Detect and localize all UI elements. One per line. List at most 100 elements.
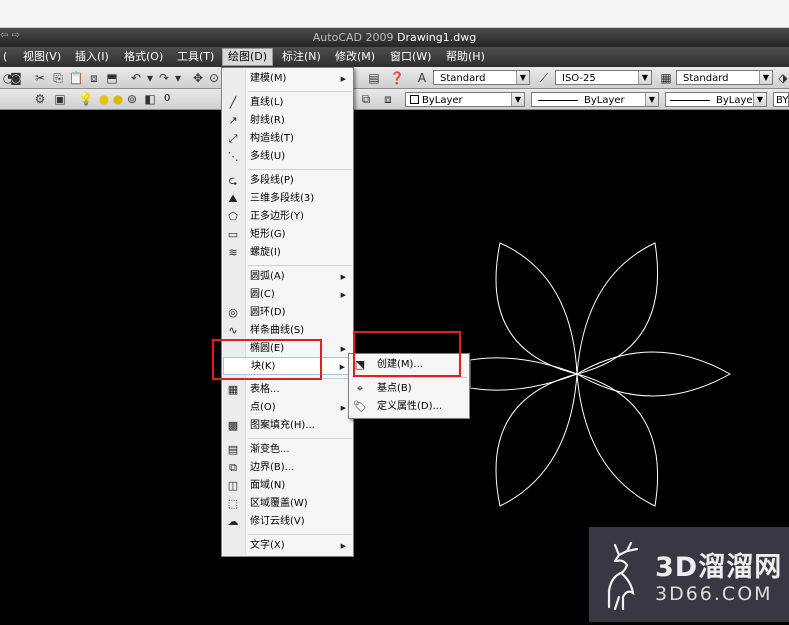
petal-right [576,351,732,397]
chevron-down-icon[interactable]: ▼ [511,93,524,106]
ray-icon: ↗ [228,114,238,127]
chevron-down-icon[interactable]: ▼ [645,93,658,106]
table-style-combo[interactable]: Standard ▼ [676,70,773,85]
color-value: ByLayer [422,95,463,106]
boundary-icon: ⧉ [229,461,237,474]
menu-view[interactable]: 视图(V) [18,49,66,65]
dim-style-combo[interactable]: ISO-25 ▼ [555,70,652,85]
menu-item-multiline[interactable]: ⋱ 多线(U) [223,148,352,166]
menu-format[interactable]: 格式(O) [119,49,168,65]
save-icon[interactable]: ◙ [8,70,24,86]
layer-manager-icon[interactable]: ⚙ [32,91,48,107]
chevron-down-icon[interactable]: ▼ [759,71,772,84]
text-style-value: Standard [440,73,486,84]
text-style-icon[interactable]: A [414,70,430,86]
menu-item-table[interactable]: ▦ 表格... [223,381,352,399]
menu-item-line[interactable]: ╱ 直线(L) [223,94,352,112]
menu-window[interactable]: 窗口(W) [385,49,436,65]
menu-item-gradient[interactable]: ▤ 渐变色... [223,441,352,459]
petal-lower-left [495,373,578,507]
menu-item-spline[interactable]: ∿ 样条曲线(S) [223,322,352,340]
make-current-layer-icon[interactable]: ⧉ [358,91,374,107]
layer-color-icon[interactable]: ◧ [142,91,158,107]
layer-previous-icon[interactable]: ⧈ [380,91,396,107]
layer-state-icon[interactable]: ▣ [52,91,68,107]
submenu-arrow-icon: ▶ [339,363,345,371]
menu-item-boundary[interactable]: ⧉ 边界(B)... [223,459,352,477]
menu-item-wipeout[interactable]: ⬚ 区域覆盖(W) [223,495,352,513]
highlight-box-create [353,331,461,377]
menu-help[interactable]: 帮助(H) [441,49,490,65]
menu-dimension[interactable]: 标注(N) [277,49,326,65]
menu-item-arc[interactable]: 圆弧(A) ▶ [223,268,352,286]
menu-item-revcloud[interactable]: ☁ 修订云线(V) [223,513,352,531]
table-style-icon[interactable]: ▦ [658,70,674,86]
calculator-icon[interactable]: ▤ [366,70,382,86]
menu-item-text[interactable]: 文字(X) ▶ [223,537,352,555]
layer-name[interactable]: 0 [164,93,170,104]
menu-item-point[interactable]: 点(O) ▶ [223,399,352,417]
multileader-style-icon[interactable]: ⬗ [775,70,789,86]
menu-modify[interactable]: 修改(M) [330,49,380,65]
menu-item-rectangle[interactable]: ▭ 矩形(G) [223,226,352,244]
copy-icon[interactable]: ⎘ [50,70,66,86]
menu-item-region[interactable]: ◫ 面域(N) [223,477,352,495]
linetype-combo[interactable]: ByLayer ▼ [531,92,659,107]
standard-toolbar: ◔ ◙ ✂ ⎘ 📋 ⧈ ⬒ ↶ ▾ ↷ ▾ ✥ ⊙ ▤ ❓ A Standard… [0,67,789,89]
submenu-arrow-icon: ▶ [340,273,346,281]
menu-item-hatch[interactable]: ▩ 图案填充(H)... [223,417,352,435]
lineweight-combo[interactable]: ByLayer ▼ [665,92,767,107]
menu-tools[interactable]: 工具(T) [172,49,219,65]
browser-strip [0,0,789,28]
submenu-arrow-icon: ▶ [340,75,346,83]
donut-icon: ◎ [228,306,238,319]
menu-item-define-attribute[interactable]: 🏷 定义属性(D)... [350,398,468,416]
menu-item-modeling[interactable]: 建模(M) ▶ [223,70,352,88]
plot-style-combo[interactable]: BY [773,92,789,107]
menu-item-polygon[interactable]: ⬠ 正多边形(Y) [223,208,352,226]
menu-separator [248,91,352,92]
document-title: Drawing1.dwg [397,31,477,44]
line-icon: ╱ [229,96,237,109]
text-style-combo[interactable]: Standard ▼ [433,70,530,85]
petal-left-partial [469,357,579,391]
menu-item-donut[interactable]: ◎ 圆环(D) [223,304,352,322]
menu-item-ray[interactable]: ↗ 射线(R) [223,112,352,130]
menu-separator [248,265,352,266]
redo-dropdown-icon[interactable]: ▾ [170,70,186,86]
polyline-icon: ⮎ [228,174,238,187]
paste-icon[interactable]: 📋 [68,70,84,86]
define-attribute-icon: 🏷 [353,400,367,413]
watermark-en-text: 3D66.COM [655,583,773,605]
block-editor-icon[interactable]: ⬒ [104,70,120,86]
submenu-arrow-icon: ▶ [340,345,346,353]
submenu-arrow-icon: ▶ [340,291,346,299]
rectangle-icon: ▭ [227,228,239,241]
color-combo[interactable]: ByLayer ▼ [405,92,525,107]
linetype-value: ByLayer [584,95,625,106]
help-icon[interactable]: ❓ [389,70,405,86]
menu-item-polyline[interactable]: ⮎ 多段线(P) [223,172,352,190]
title-bar: ⇦ ⇨ AutoCAD 2009 Drawing1.dwg [0,28,789,47]
menu-item-base-point[interactable]: ⌖ 基点(B) [350,380,468,398]
menu-item-helix[interactable]: ≋ 螺旋(I) [223,244,352,262]
window-title: AutoCAD 2009 Drawing1.dwg [0,31,789,44]
cut-icon[interactable]: ✂ [32,70,48,86]
pan-icon[interactable]: ✥ [190,70,206,86]
menu-item-3d-polyline[interactable]: ⛰ 三维多段线(3) [223,190,352,208]
chevron-down-icon[interactable]: ▼ [638,71,651,84]
match-properties-icon[interactable]: ⧈ [86,70,102,86]
menu-item-circle[interactable]: 圆(C) ▶ [223,286,352,304]
chevron-down-icon[interactable]: ▼ [753,93,766,106]
lock-icon[interactable]: ⊚ [124,91,140,107]
layer-visibility-icon[interactable]: 💡 [78,91,94,107]
table-style-value: Standard [683,73,729,84]
chevron-down-icon[interactable]: ▼ [516,71,529,84]
menu-item-xline[interactable]: ⤢ 构造线(T) [223,130,352,148]
menu-prev-fragment[interactable]: ( [0,49,12,65]
menu-insert[interactable]: 插入(I) [70,49,114,65]
menu-draw[interactable]: 绘图(D) [222,48,274,66]
dim-style-icon[interactable]: ⟋ [536,70,552,86]
wipeout-icon: ⬚ [227,497,239,510]
zoom-icon[interactable]: ⊙ [206,70,222,86]
